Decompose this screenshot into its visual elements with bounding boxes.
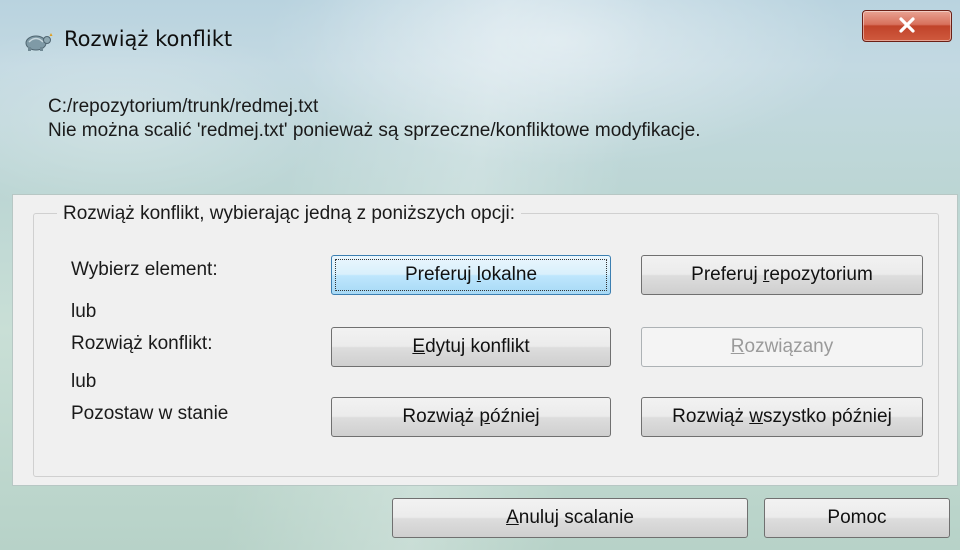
or-label-2: lub [71,371,97,392]
conflict-message: Nie można scalić 'redmej.txt' ponieważ s… [48,120,701,141]
options-group-legend: Rozwiąż konflikt, wybierając jedną z pon… [57,203,521,225]
prefer-repository-button[interactable]: Preferuj repozytorium [641,255,923,295]
help-button[interactable]: Pomoc [764,498,950,538]
tortoise-icon [22,30,54,52]
prefer-repository-label: Preferuj repozytorium [691,264,873,285]
edit-conflict-button[interactable]: Edytuj konflikt [331,327,611,367]
edit-conflict-label: Edytuj konflikt [412,336,530,357]
leave-in-state-label: Pozostaw w stanie [71,403,229,424]
conflict-file-path: C:/repozytorium/trunk/redmej.txt [48,96,319,117]
help-label: Pomoc [827,507,887,528]
resolve-conflict-label: Rozwiąż konflikt: [71,333,213,354]
resolve-later-label: Rozwiąż później [402,406,540,427]
abort-merge-label: Anuluj scalanie [506,507,634,528]
window-title: Rozwiąż konflikt [64,27,233,51]
prefer-local-button[interactable]: Preferuj lokalne [331,255,611,295]
close-icon [899,17,915,33]
resolved-label: Rozwiązany [730,336,834,357]
resolve-all-later-label: Rozwiąż wszystko później [672,406,892,427]
or-label-1: lub [71,301,97,322]
prefer-local-label: Preferuj lokalne [404,264,538,285]
options-panel: Rozwiąż konflikt, wybierając jedną z pon… [12,194,958,486]
resolved-button[interactable]: Rozwiązany [641,327,923,367]
conflict-info: C:/repozytorium/trunk/redmej.txt Nie moż… [20,90,960,190]
resolve-all-later-button[interactable]: Rozwiąż wszystko później [641,397,923,437]
choose-item-label: Wybierz element: [71,259,218,280]
dialog-button-bar: Anuluj scalanie Pomoc [0,484,960,550]
dialog-window: Rozwiąż konflikt C:/repozytorium/trunk/r… [0,0,960,550]
title-bar[interactable]: Rozwiąż konflikt [0,0,960,70]
abort-merge-button[interactable]: Anuluj scalanie [392,498,748,538]
resolve-later-button[interactable]: Rozwiąż później [331,397,611,437]
close-button[interactable] [862,10,952,42]
